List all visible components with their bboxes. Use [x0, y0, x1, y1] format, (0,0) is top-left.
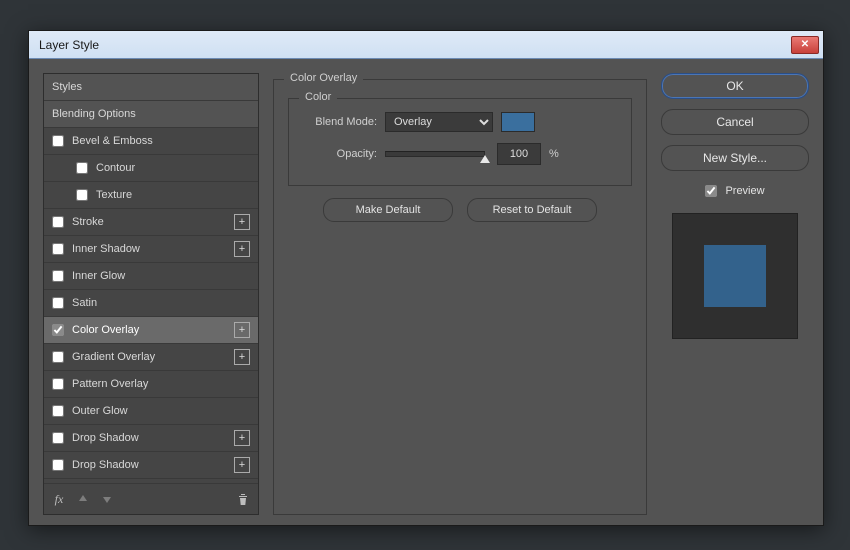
style-checkbox[interactable]: [52, 351, 64, 363]
color-swatch[interactable]: [501, 112, 535, 132]
default-buttons-row: Make Default Reset to Default: [288, 198, 632, 222]
style-checkbox[interactable]: [76, 189, 88, 201]
style-label: Gradient Overlay: [72, 351, 155, 363]
preview-toggle-row: Preview: [661, 185, 809, 197]
style-label: Bevel & Emboss: [72, 135, 153, 147]
style-row[interactable]: Inner Shadow +: [44, 236, 258, 263]
styles-panel: Styles Blending Options Bevel & Emboss Co…: [43, 73, 259, 515]
arrow-down-icon[interactable]: [100, 492, 114, 506]
blending-options-header[interactable]: Blending Options: [44, 101, 258, 128]
style-row[interactable]: Stroke +: [44, 209, 258, 236]
style-row[interactable]: Color Overlay +: [44, 317, 258, 344]
new-style-button[interactable]: New Style...: [661, 145, 809, 171]
style-row[interactable]: Outer Glow: [44, 398, 258, 425]
color-overlay-group: Color Overlay Color Blend Mode: Overlay …: [273, 79, 647, 515]
style-label: Satin: [72, 297, 97, 309]
opacity-unit: %: [549, 148, 559, 160]
opacity-field[interactable]: [497, 143, 541, 165]
add-effect-icon[interactable]: +: [234, 241, 250, 257]
style-checkbox[interactable]: [52, 432, 64, 444]
add-effect-icon[interactable]: +: [234, 214, 250, 230]
dialog-body: Styles Blending Options Bevel & Emboss Co…: [29, 59, 823, 525]
styles-header-label: Styles: [52, 81, 82, 93]
style-checkbox[interactable]: [52, 297, 64, 309]
style-checkbox[interactable]: [52, 243, 64, 255]
style-label: Drop Shadow: [72, 459, 139, 471]
trash-icon[interactable]: [236, 492, 250, 506]
make-default-button[interactable]: Make Default: [323, 198, 453, 222]
add-effect-icon[interactable]: +: [234, 457, 250, 473]
close-icon: ✕: [801, 40, 809, 50]
style-checkbox[interactable]: [76, 162, 88, 174]
blend-mode-row: Blend Mode: Overlay: [301, 109, 619, 135]
close-button[interactable]: ✕: [791, 36, 819, 54]
style-checkbox[interactable]: [52, 378, 64, 390]
style-label: Color Overlay: [72, 324, 139, 336]
opacity-label: Opacity:: [301, 148, 377, 160]
style-row[interactable]: Drop Shadow +: [44, 452, 258, 479]
styles-list: Styles Blending Options Bevel & Emboss Co…: [44, 74, 258, 483]
style-row[interactable]: Pattern Overlay: [44, 371, 258, 398]
styles-footer: fx: [44, 483, 258, 514]
slider-thumb-icon[interactable]: [480, 155, 490, 163]
style-checkbox[interactable]: [52, 270, 64, 282]
preview-swatch: [704, 245, 766, 307]
style-label: Stroke: [72, 216, 104, 228]
style-row[interactable]: Bevel & Emboss: [44, 128, 258, 155]
preview-label: Preview: [725, 185, 764, 197]
style-row[interactable]: Contour: [44, 155, 258, 182]
style-row[interactable]: Gradient Overlay +: [44, 344, 258, 371]
style-label: Inner Glow: [72, 270, 125, 282]
style-checkbox[interactable]: [52, 135, 64, 147]
color-inner-group: Color Blend Mode: Overlay Opacity:: [288, 98, 632, 186]
dialog-title: Layer Style: [39, 38, 99, 52]
style-checkbox[interactable]: [52, 459, 64, 471]
detail-panel: Color Overlay Color Blend Mode: Overlay …: [273, 73, 647, 515]
style-row[interactable]: Satin: [44, 290, 258, 317]
arrow-up-icon[interactable]: [76, 492, 90, 506]
preview-checkbox[interactable]: [705, 185, 717, 197]
ok-button[interactable]: OK: [661, 73, 809, 99]
style-label: Outer Glow: [72, 405, 128, 417]
style-row[interactable]: Inner Glow: [44, 263, 258, 290]
blend-mode-label: Blend Mode:: [301, 116, 377, 128]
add-effect-icon[interactable]: +: [234, 349, 250, 365]
opacity-row: Opacity: %: [301, 141, 619, 167]
cancel-button[interactable]: Cancel: [661, 109, 809, 135]
style-row[interactable]: Drop Shadow +: [44, 425, 258, 452]
preview-box: [672, 213, 798, 339]
style-row[interactable]: Texture: [44, 182, 258, 209]
add-effect-icon[interactable]: +: [234, 322, 250, 338]
blending-options-label: Blending Options: [52, 108, 136, 120]
style-checkbox[interactable]: [52, 216, 64, 228]
style-label: Pattern Overlay: [72, 378, 148, 390]
style-label: Contour: [96, 162, 135, 174]
style-checkbox[interactable]: [52, 405, 64, 417]
titlebar[interactable]: Layer Style ✕: [29, 31, 823, 59]
color-group-title: Color: [299, 91, 337, 103]
blend-mode-select[interactable]: Overlay: [385, 112, 493, 132]
styles-header[interactable]: Styles: [44, 74, 258, 101]
style-checkbox[interactable]: [52, 324, 64, 336]
layer-style-dialog: Layer Style ✕ Styles Blending Options Be…: [28, 30, 824, 526]
reset-default-button[interactable]: Reset to Default: [467, 198, 597, 222]
right-column: OK Cancel New Style... Preview: [661, 73, 809, 515]
fx-icon[interactable]: fx: [52, 492, 66, 506]
add-effect-icon[interactable]: +: [234, 430, 250, 446]
style-label: Inner Shadow: [72, 243, 140, 255]
group-title: Color Overlay: [284, 72, 363, 84]
style-label: Drop Shadow: [72, 432, 139, 444]
opacity-slider[interactable]: [385, 151, 485, 157]
style-label: Texture: [96, 189, 132, 201]
